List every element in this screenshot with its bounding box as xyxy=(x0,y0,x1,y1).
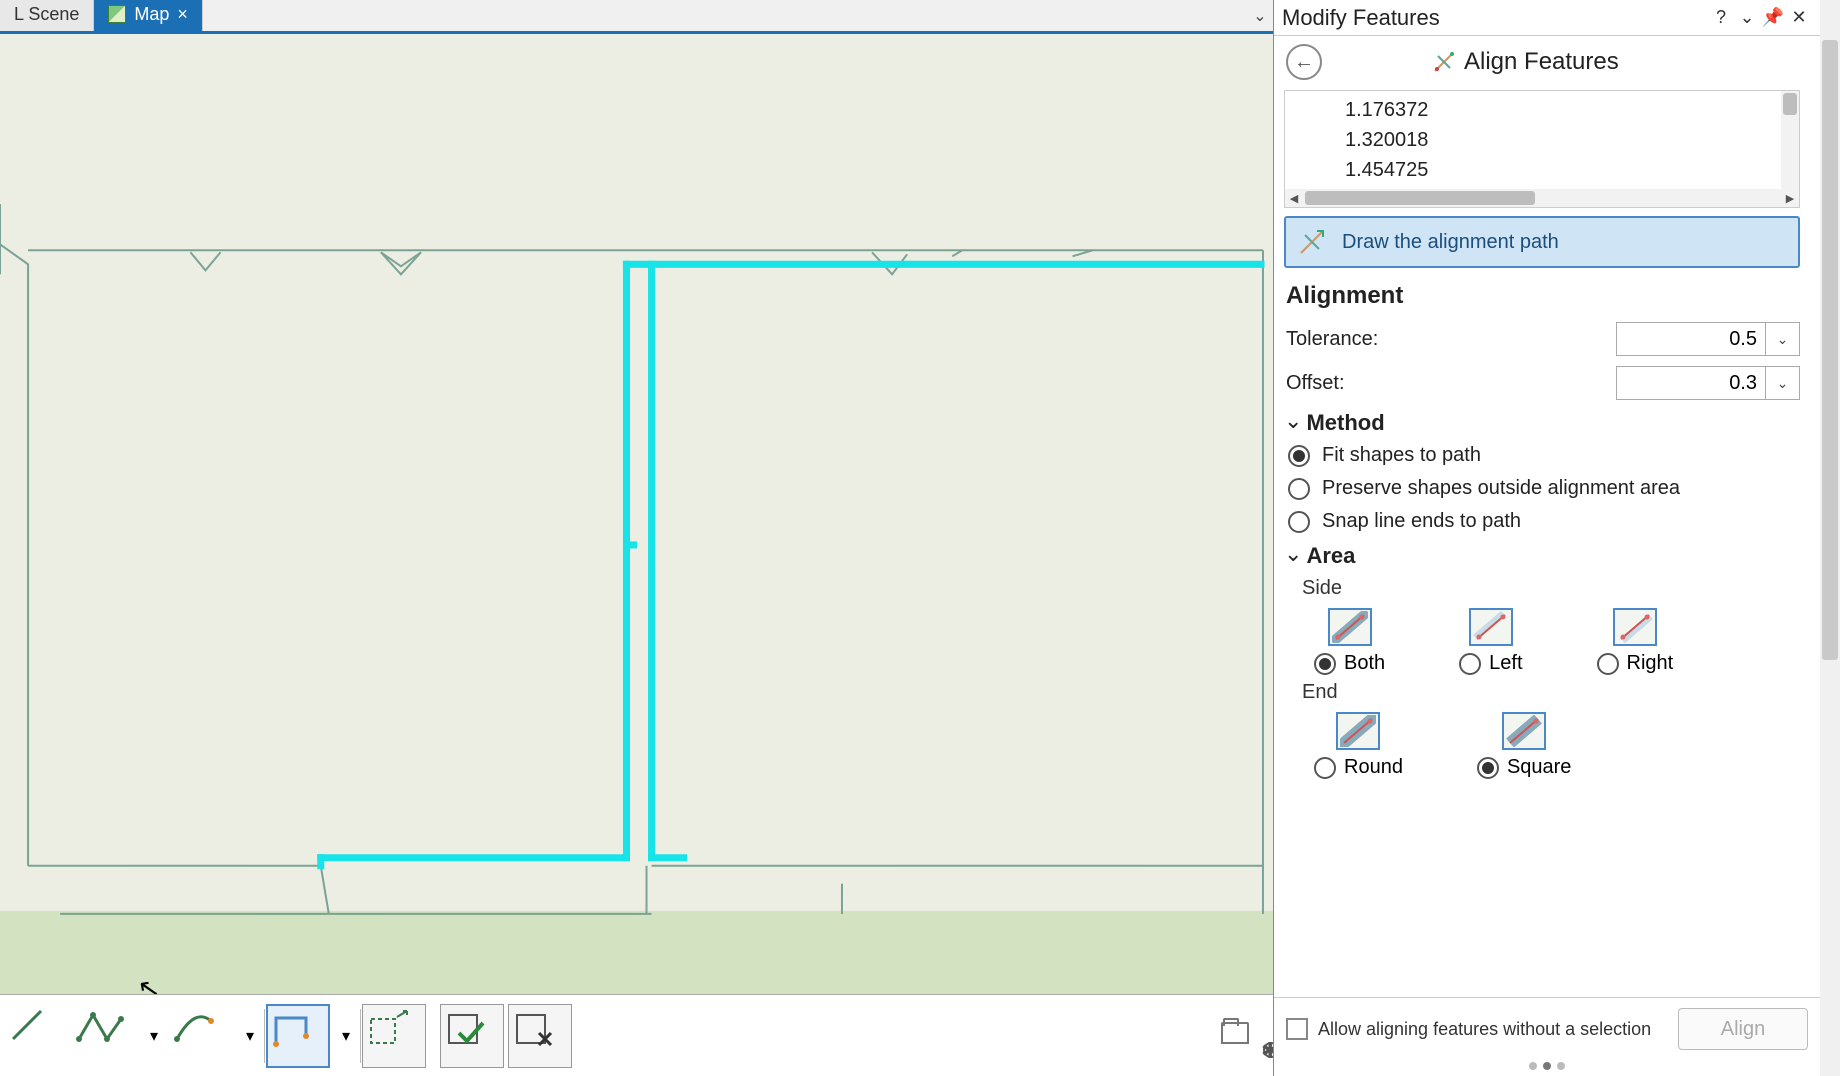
offset-row: Offset: ⌄ xyxy=(1286,366,1800,400)
side-option-left[interactable]: Left xyxy=(1459,608,1522,675)
gear-icon xyxy=(1263,1042,1273,1058)
draw-alignment-path-label: Draw the alignment path xyxy=(1342,231,1559,254)
hscroll-thumb[interactable] xyxy=(1305,191,1535,205)
radio-icon xyxy=(1314,757,1336,779)
feature-list-items: 1.176372 1.320018 1.454725 xyxy=(1285,91,1799,189)
tool-trace-dropdown[interactable]: ▾ xyxy=(334,1004,358,1068)
tolerance-unit-dropdown[interactable]: ⌄ xyxy=(1766,322,1800,356)
list-hscroll[interactable]: ◀ ▶ xyxy=(1285,189,1799,207)
tool-arc[interactable] xyxy=(170,1004,234,1068)
radio-icon xyxy=(1288,478,1310,500)
view-tabbar: L Scene Map × ⌄ xyxy=(0,0,1273,34)
side-option-both[interactable]: Both xyxy=(1314,608,1385,675)
allow-without-selection-label: Allow aligning features without a select… xyxy=(1318,1018,1668,1040)
tab-map[interactable]: Map × xyxy=(94,0,203,31)
folder-icon xyxy=(1221,1022,1249,1044)
scroll-thumb[interactable] xyxy=(1783,93,1797,115)
tool-cancel[interactable] xyxy=(508,1004,572,1068)
radio-icon xyxy=(1477,757,1499,779)
side-option-right[interactable]: Right xyxy=(1597,608,1674,675)
method-option-label: Fit shapes to path xyxy=(1322,444,1481,467)
page-dots[interactable] xyxy=(1274,1058,1820,1076)
side-options: Both Left Right xyxy=(1314,608,1810,675)
list-item[interactable]: 1.320018 xyxy=(1345,125,1789,155)
tool-finish[interactable] xyxy=(440,1004,504,1068)
side-right-icon xyxy=(1613,608,1657,646)
options-dropdown[interactable]: ⌄ xyxy=(1734,5,1760,31)
tool-title: Align Features xyxy=(1464,48,1619,76)
list-item[interactable]: 1.454725 xyxy=(1345,155,1789,185)
back-button[interactable]: ← xyxy=(1286,44,1322,80)
tolerance-label: Tolerance: xyxy=(1286,328,1616,351)
tool-rectangle[interactable] xyxy=(362,1004,426,1068)
tabbar-dropdown[interactable]: ⌄ xyxy=(1247,0,1273,31)
tool-trace[interactable] xyxy=(266,1004,330,1068)
end-options: Round Square xyxy=(1314,712,1810,779)
radio-icon xyxy=(1288,511,1310,533)
area-expander[interactable]: Area xyxy=(1284,543,1810,569)
outer-scroll-thumb[interactable] xyxy=(1822,40,1838,660)
end-option-square[interactable]: Square xyxy=(1477,712,1572,779)
method-option-label: Snap line ends to path xyxy=(1322,510,1521,533)
end-round-icon xyxy=(1336,712,1380,750)
method-option-snap[interactable]: Snap line ends to path xyxy=(1288,510,1810,533)
tool-title-row: Align Features xyxy=(1432,48,1619,76)
radio-icon xyxy=(1314,653,1336,675)
tool-line[interactable] xyxy=(6,1004,70,1068)
map-icon xyxy=(108,5,126,23)
panel-outer-scrollbar[interactable] xyxy=(1820,0,1840,1076)
close-icon[interactable]: × xyxy=(177,4,188,25)
panel-header: Modify Features ? ⌄ 📌 ✕ xyxy=(1274,0,1820,36)
draw-path-icon xyxy=(1296,226,1328,258)
method-expander[interactable]: Method xyxy=(1284,410,1810,436)
offset-label: Offset: xyxy=(1286,372,1616,395)
end-square-icon xyxy=(1502,712,1546,750)
side-left-icon xyxy=(1469,608,1513,646)
radio-icon xyxy=(1459,653,1481,675)
method-option-preserve[interactable]: Preserve shapes outside alignment area xyxy=(1288,477,1810,500)
alignment-heading: Alignment xyxy=(1286,282,1810,310)
side-both-icon xyxy=(1328,608,1372,646)
feature-list[interactable]: 1.176372 1.320018 1.454725 ▲ ▼ ◀ ▶ xyxy=(1284,90,1800,208)
map-view[interactable]: ↖ ▾ ▾ ▾ xyxy=(0,34,1273,1076)
map-canvas xyxy=(0,34,1273,1076)
tool-polyline-dropdown[interactable]: ▾ xyxy=(142,1004,166,1068)
modify-features-panel: Modify Features ? ⌄ 📌 ✕ ← Align Features… xyxy=(1273,0,1820,1076)
align-features-icon xyxy=(1432,50,1456,74)
method-option-fit[interactable]: Fit shapes to path xyxy=(1288,444,1810,467)
catalog-button[interactable] xyxy=(1221,1022,1269,1050)
panel-title: Modify Features xyxy=(1282,5,1708,31)
method-option-label: Preserve shapes outside alignment area xyxy=(1322,477,1680,500)
radio-icon xyxy=(1597,653,1619,675)
radio-icon xyxy=(1288,445,1310,467)
tolerance-input[interactable] xyxy=(1616,322,1766,356)
tab-scene[interactable]: L Scene xyxy=(0,0,94,31)
drawing-toolbar: ▾ ▾ ▾ xyxy=(0,994,1273,1076)
tab-scene-label: L Scene xyxy=(14,4,79,25)
scroll-right-icon[interactable]: ▶ xyxy=(1781,189,1799,207)
end-label: End xyxy=(1302,681,1810,704)
app-root: L Scene Map × ⌄ xyxy=(0,0,1840,1076)
side-label: Side xyxy=(1302,577,1810,600)
tab-map-label: Map xyxy=(134,4,169,25)
panel-footer: Allow aligning features without a select… xyxy=(1274,997,1820,1058)
pin-button[interactable]: 📌 xyxy=(1760,5,1786,31)
end-option-round[interactable]: Round xyxy=(1314,712,1403,779)
tool-arc-dropdown[interactable]: ▾ xyxy=(238,1004,262,1068)
scroll-left-icon[interactable]: ◀ xyxy=(1285,189,1303,207)
panel-body: 1.176372 1.320018 1.454725 ▲ ▼ ◀ ▶ xyxy=(1274,90,1820,997)
tool-header: ← Align Features xyxy=(1274,36,1820,90)
offset-input[interactable] xyxy=(1616,366,1766,400)
offset-unit-dropdown[interactable]: ⌄ xyxy=(1766,366,1800,400)
draw-alignment-path-button[interactable]: Draw the alignment path xyxy=(1284,216,1800,268)
close-panel-button[interactable]: ✕ xyxy=(1786,5,1812,31)
allow-without-selection-checkbox[interactable] xyxy=(1286,1018,1308,1040)
tool-polyline[interactable] xyxy=(74,1004,138,1068)
align-button[interactable]: Align xyxy=(1678,1008,1808,1050)
list-item[interactable]: 1.176372 xyxy=(1345,95,1789,125)
map-pane: L Scene Map × ⌄ xyxy=(0,0,1273,1076)
tolerance-row: Tolerance: ⌄ xyxy=(1286,322,1800,356)
help-button[interactable]: ? xyxy=(1708,5,1734,31)
